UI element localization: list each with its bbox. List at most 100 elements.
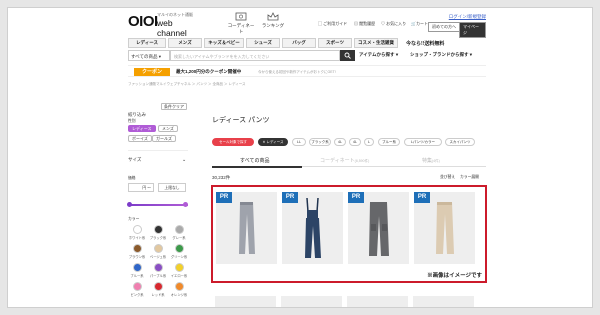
item-filter-link[interactable]: アイテムから探す ▾ [359,52,398,58]
coupon-banner[interactable]: クーポン 最大1,200円分のクーポン開催中 今から使える初回や新作アイテムがお… [128,65,486,77]
page: OIOI マルイのネット通販 web channel コーディネート ランキング… [127,8,487,307]
nav-tab-bags[interactable]: バッグ [282,38,316,48]
filter-chip[interactable]: L [364,138,374,146]
nav-tab-sports[interactable]: スポーツ [318,38,352,48]
cart-link[interactable]: 🛒カート [411,21,428,27]
filter-chip-ladies-label: レディース [266,140,284,144]
product-listing: レディース パンツ セール対象で探す ✕ レディース LL ブラック系 4L 4… [211,103,487,307]
breadcrumb[interactable]: ファッション通販マルイウェブチャネル ＞ パンツ ＞ 全商品 ＞ レディース [128,82,246,87]
color-swatch[interactable]: ブラウン系 [128,244,146,262]
active-tab-indicator [212,166,302,168]
filter-chip[interactable]: Lパンツ/カラー [404,138,442,146]
coordinate-link[interactable]: コーディネート [226,12,256,35]
search-icon [344,52,351,59]
logo-mark: OIOI [128,13,158,30]
result-count: 30,232件 [212,175,231,180]
nav-tab-kids[interactable]: キッズ＆ベビー [204,38,244,48]
product-card[interactable] [215,296,276,307]
nav-tab-ladies[interactable]: レディース [128,38,166,48]
color-swatch[interactable]: ベージュ系 [149,244,167,262]
filter-chip[interactable]: ブラック系 [309,138,331,146]
color-swatch[interactable]: パープル系 [149,263,167,281]
price-to-label: 上限なし [164,186,180,190]
guide-link[interactable]: ▢ ご利用ガイド [318,21,347,27]
color-swatch[interactable]: ピンク系 [128,282,146,300]
color-swatch[interactable]: グリーン系 [170,244,188,262]
price-slider-max-handle[interactable] [183,202,188,207]
gender-chip-ladies[interactable]: レディース [128,125,156,132]
color-swatch-label: ブルー系 [130,274,144,278]
product-card[interactable] [413,296,474,307]
clear-filters-button[interactable]: 条件クリア [161,103,187,110]
gender-chip-girls[interactable]: ガールズ [152,135,176,142]
coupon-text: 最大1,200円分のクーポン開催中 [176,69,242,74]
filter-heading: 絞り込み [128,112,146,117]
sort-link[interactable]: 並び替え [440,175,455,180]
gender-chip-boys[interactable]: ボーイズ [128,135,152,142]
color-swatch[interactable]: ブラック系 [149,225,167,243]
filter-chip[interactable]: 4L [334,138,346,146]
color-swatch-dot [153,244,163,253]
pr-badge: PR [348,192,364,203]
tab-special[interactable]: 特集(4件) [422,157,440,164]
filter-chip[interactable]: スカイパンツ [445,138,475,146]
image-disclaimer: ※画像はイメージです [427,273,482,279]
price-slider-min-handle[interactable] [127,202,132,207]
color-heading: カラー [128,217,140,221]
favorite-link[interactable]: ♡ お気に入り [381,21,406,27]
gender-heading: 性別 [128,119,136,123]
search-bar: すべての商品 ▾ 検索したいアイテムやブランドをを入力してください アイテムから… [128,50,486,61]
color-swatch[interactable]: ブルー系 [128,263,146,281]
price-slider-track[interactable] [128,204,188,206]
nav-tab-shoes[interactable]: シューズ [246,38,280,48]
cart-label: カート [415,21,428,26]
filter-chip-ladies[interactable]: ✕ レディース [258,138,288,146]
price-max-input[interactable]: 上限なし [158,183,186,192]
history-link[interactable]: ▤ 閲覧履歴 [354,21,375,27]
gender-chip-mens[interactable]: メンズ [158,125,178,132]
first-time-button[interactable]: 初めての方へ [428,22,460,32]
nav-tab-cosme[interactable]: コスメ・生活雑貨 [354,38,398,48]
color-swatch-label: レッド系 [151,293,165,297]
nav-tab-mens[interactable]: メンズ [168,38,202,48]
product-card[interactable]: PR [282,192,343,264]
color-swatch[interactable]: グレー系 [170,225,188,243]
product-card[interactable] [281,296,342,307]
filter-chip[interactable]: LL [292,138,306,146]
product-card[interactable] [347,296,408,307]
color-swatch[interactable]: オレンジ系 [170,282,188,300]
ranking-link[interactable]: ランキング [258,12,288,29]
filter-chip[interactable]: ブルー系 [378,138,400,146]
ranking-label: ランキング [261,23,285,28]
free-shipping-promo[interactable]: 今なら!!送料無料 [406,38,444,48]
pr-badge: PR [216,192,232,203]
shop-filter-link[interactable]: ショップ・ブランドから探す ▾ [410,52,472,58]
price-from-label: 円 〜 [142,186,151,190]
login-link[interactable]: ログイン/新規登録 [449,14,486,20]
tab-all-products[interactable]: すべての商品 [240,157,269,164]
coupon-badge: クーポン [134,68,170,76]
color-swatch[interactable]: ホワイト系 [128,225,146,243]
color-swatch[interactable]: レッド系 [149,282,167,300]
site-logo[interactable]: OIOI マルイのネット通販 web channel [128,12,203,38]
category-nav: レディース メンズ キッズ＆ベビー シューズ バッグ スポーツ コスメ・生活雑貨… [128,38,486,48]
filter-chip[interactable]: 4L [349,138,361,146]
color-swatch[interactable]: イエロー系 [170,263,188,281]
color-swatch-dot [174,263,184,272]
product-card[interactable]: PR [414,192,475,264]
search-input[interactable]: 検索したいアイテムやブランドをを入力してください [170,50,340,61]
product-card[interactable]: PR [216,192,277,264]
search-scope-select[interactable]: すべての商品 ▾ [128,50,170,61]
price-min-input[interactable]: 円 〜 [128,183,154,192]
color-swatch-label: グレー系 [172,236,186,240]
search-button[interactable] [340,50,355,61]
pr-product-highlight: PR PR PR PR ※画像はイメージです [211,185,487,283]
filter-chip-sale[interactable]: セール対象で探す [212,138,254,146]
hanger-icon [235,12,247,21]
size-chevron-icon[interactable]: ⌄ [182,157,186,163]
color-variation-link[interactable]: カラー展開 [460,175,479,180]
tab-coordinate[interactable]: コーディネート(6,590件) [320,157,369,164]
product-card[interactable]: PR [348,192,409,264]
mypage-button[interactable]: マイページ [459,22,486,38]
pr-badge: PR [414,192,430,203]
